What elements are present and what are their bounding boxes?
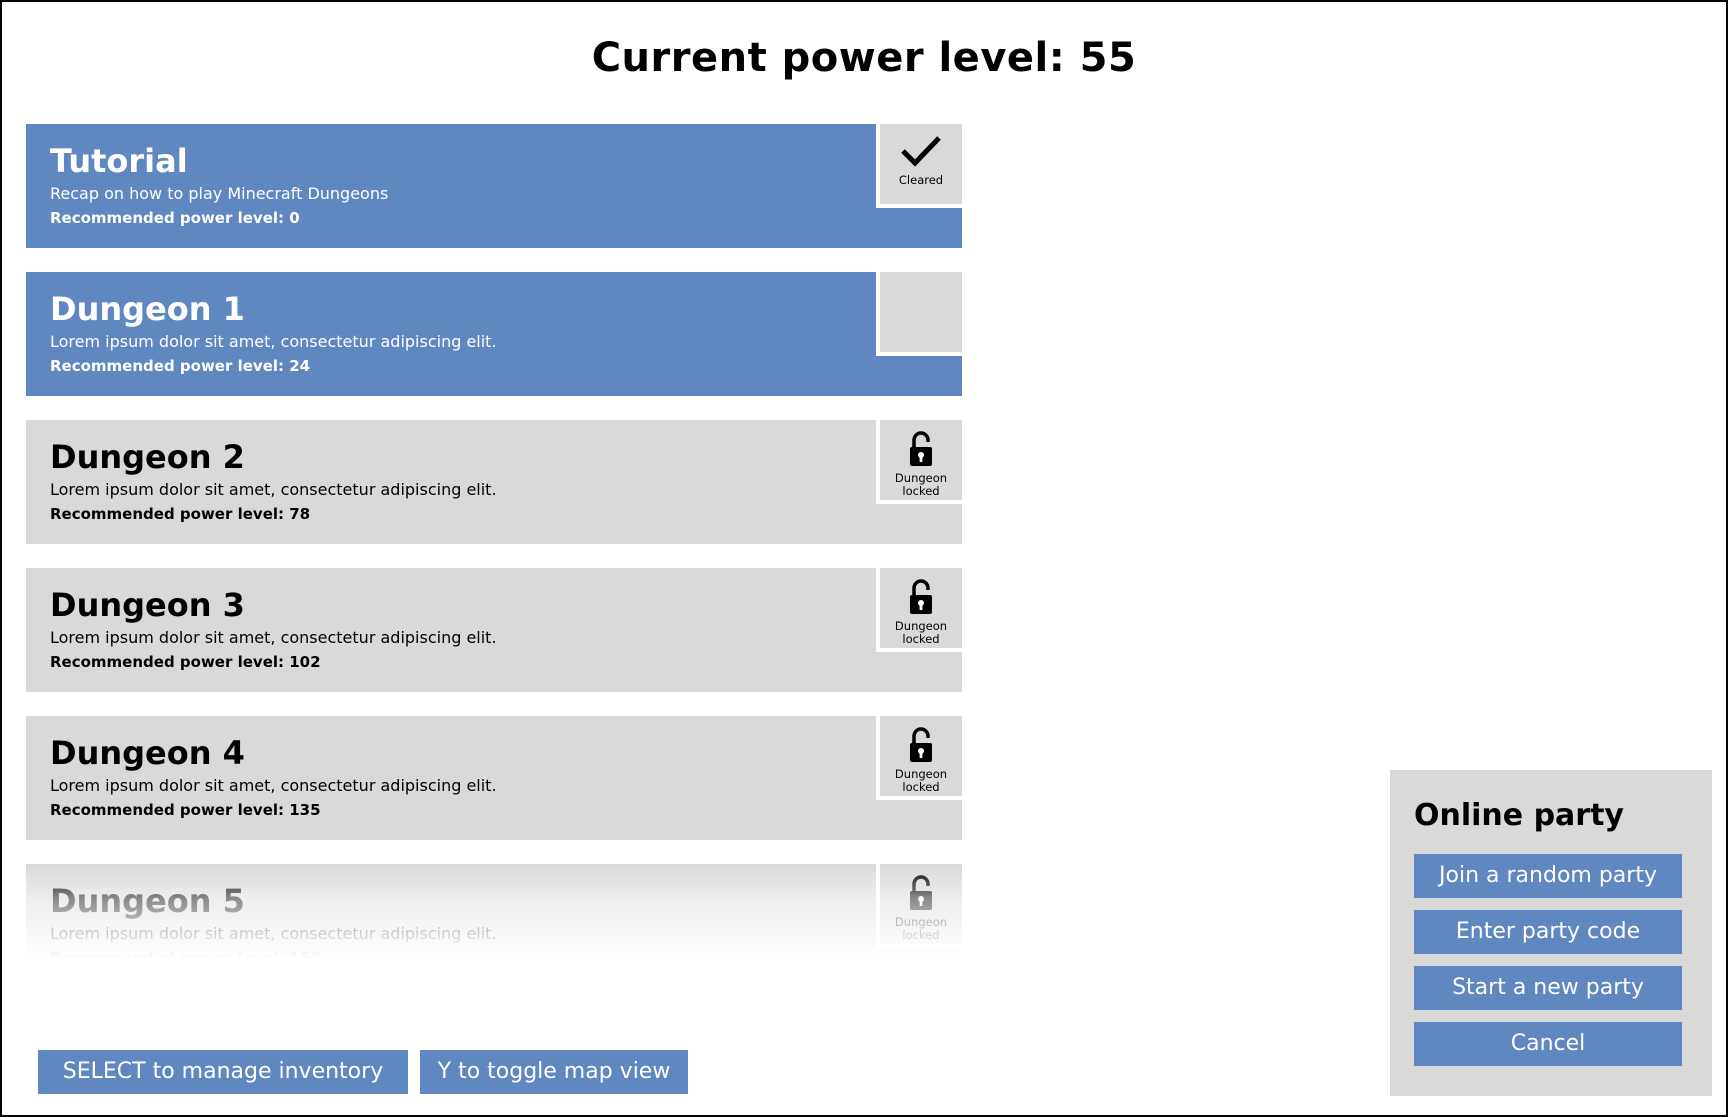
dungeon-name: Tutorial <box>50 142 188 180</box>
recommended-power-level: Recommended power level: 78 <box>50 505 311 523</box>
dungeon-name: Dungeon 1 <box>50 290 245 328</box>
checkmark-icon <box>901 136 941 167</box>
dungeon-description: Lorem ipsum dolor sit amet, consectetur … <box>50 332 497 351</box>
status-label: Cleared <box>898 173 944 187</box>
cancel-button[interactable]: Cancel <box>1414 1022 1682 1066</box>
dungeon-name: Dungeon 4 <box>50 734 245 772</box>
lock-icon <box>910 431 932 466</box>
recommended-power-level: Recommended power level: 0 <box>50 209 300 227</box>
dungeon-description: Lorem ipsum dolor sit amet, consectetur … <box>50 628 497 647</box>
online-party-title: Online party <box>1414 798 1624 833</box>
status-label: Dungeon locked <box>894 471 948 498</box>
dungeon-card-1[interactable]: Dungeon 1 Lorem ipsum dolor sit amet, co… <box>26 272 962 396</box>
recommended-power-level: Recommended power level: 156 <box>50 949 321 960</box>
dungeon-name: Dungeon 5 <box>50 882 245 920</box>
manage-inventory-button[interactable]: SELECT to manage inventory <box>38 1050 408 1094</box>
dungeon-description: Lorem ipsum dolor sit amet, consectetur … <box>50 480 497 499</box>
start-new-party-button[interactable]: Start a new party <box>1414 966 1682 1010</box>
power-level-title: Current power level: 55 <box>591 35 1137 81</box>
status-badge-empty <box>876 272 962 356</box>
status-badge-locked: Dungeon locked <box>876 420 962 504</box>
join-random-party-button[interactable]: Join a random party <box>1414 854 1682 898</box>
status-label: Dungeon locked <box>894 767 948 794</box>
toggle-map-view-button[interactable]: Y to toggle map view <box>420 1050 688 1094</box>
dungeon-name: Dungeon 2 <box>50 438 245 476</box>
dungeon-name: Dungeon 3 <box>50 586 245 624</box>
status-badge-cleared: Cleared <box>876 124 962 208</box>
card-body: Dungeon 4 Lorem ipsum dolor sit amet, co… <box>26 716 962 840</box>
dungeon-card-4[interactable]: Dungeon 4 Lorem ipsum dolor sit amet, co… <box>26 716 962 840</box>
status-badge-locked: Dungeon locked <box>876 864 962 948</box>
card-body: Dungeon 1 Lorem ipsum dolor sit amet, co… <box>26 272 962 396</box>
card-body: Dungeon 5 Lorem ipsum dolor sit amet, co… <box>26 864 962 960</box>
status-badge-locked: Dungeon locked <box>876 716 962 800</box>
main-screen: Current power level: 55 Tutorial Recap o… <box>0 0 1728 1117</box>
dungeon-card-3[interactable]: Dungeon 3 Lorem ipsum dolor sit amet, co… <box>26 568 962 692</box>
enter-party-code-button[interactable]: Enter party code <box>1414 910 1682 954</box>
card-body: Dungeon 3 Lorem ipsum dolor sit amet, co… <box>26 568 962 692</box>
dungeon-description: Lorem ipsum dolor sit amet, consectetur … <box>50 924 497 943</box>
dungeon-card-2[interactable]: Dungeon 2 Lorem ipsum dolor sit amet, co… <box>26 420 962 544</box>
lock-icon <box>910 727 932 762</box>
recommended-power-level: Recommended power level: 135 <box>50 801 321 819</box>
online-party-panel: Online party Join a random party Enter p… <box>1390 770 1712 1096</box>
status-badge-locked: Dungeon locked <box>876 568 962 652</box>
status-label: Dungeon locked <box>894 915 948 942</box>
dungeon-card-5[interactable]: Dungeon 5 Lorem ipsum dolor sit amet, co… <box>26 864 962 960</box>
dungeon-description: Recap on how to play Minecraft Dungeons <box>50 184 389 203</box>
recommended-power-level: Recommended power level: 24 <box>50 357 311 375</box>
status-label: Dungeon locked <box>894 619 948 646</box>
card-body: Tutorial Recap on how to play Minecraft … <box>26 124 962 248</box>
card-body: Dungeon 2 Lorem ipsum dolor sit amet, co… <box>26 420 962 544</box>
recommended-power-level: Recommended power level: 102 <box>50 653 321 671</box>
dungeon-card-tutorial[interactable]: Tutorial Recap on how to play Minecraft … <box>26 124 962 248</box>
dungeon-description: Lorem ipsum dolor sit amet, consectetur … <box>50 776 497 795</box>
lock-icon <box>910 579 932 614</box>
dungeon-list: Tutorial Recap on how to play Minecraft … <box>26 124 962 960</box>
lock-icon <box>910 875 932 910</box>
